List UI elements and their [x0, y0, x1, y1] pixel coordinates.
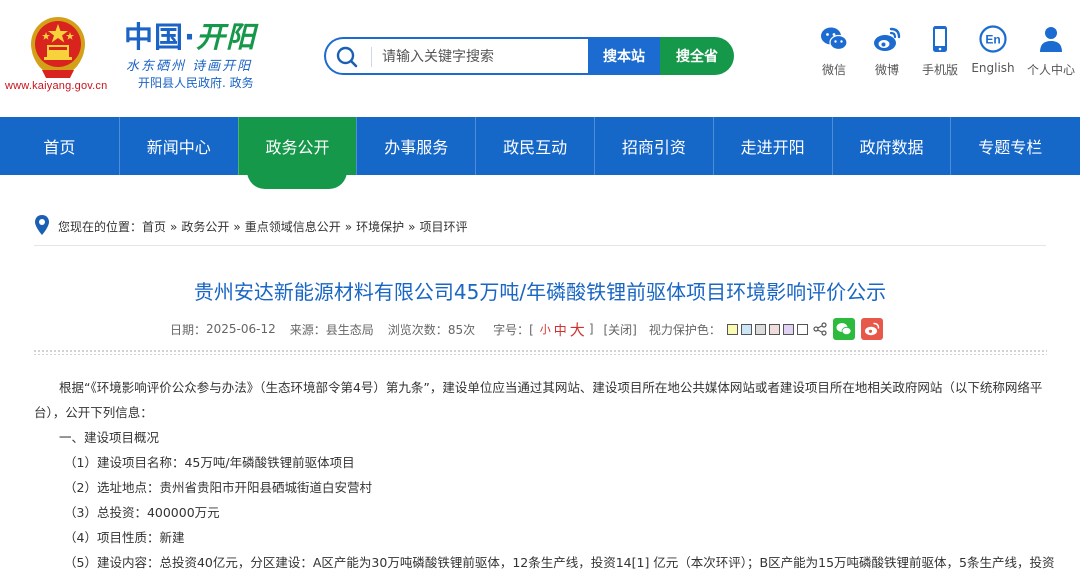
eye-color-swatch-white[interactable] [796, 323, 808, 335]
quick-link-weibo[interactable]: 微博 [861, 24, 913, 78]
section-heading: 一、建设项目概况 [59, 430, 160, 445]
quick-link-wechat[interactable]: 微信 [808, 24, 860, 78]
logo-text-prefix: 中国· [124, 20, 197, 54]
list-item: （1）建设项目名称：45万吨/年磷酸铁锂前驱体项目 [64, 455, 355, 470]
wechat-icon [821, 27, 848, 51]
breadcrumb-separator: » [344, 220, 353, 234]
article-meta: 日期： 2025-06-12 来源： 县生态局 浏览次数： 85次 字号：[ 小… [170, 318, 883, 340]
english-icon: En [979, 25, 1007, 53]
views-label: 浏览次数： [387, 322, 448, 337]
font-size-small-button[interactable]: 小 [540, 321, 551, 337]
breadcrumb-item-home[interactable]: 首页 [142, 216, 166, 238]
nav-item-services[interactable]: 办事服务 [356, 117, 475, 175]
quick-link-label: English [971, 61, 1015, 75]
breadcrumb-item-key-areas[interactable]: 重点领域信息公开 [245, 216, 341, 238]
logo-slogan: 水东硒州 诗画开阳 [126, 59, 253, 74]
nav-item-special-topics[interactable]: 专题专栏 [950, 117, 1069, 175]
eye-color-swatch-yellow[interactable] [726, 323, 738, 335]
source-value: 县生态局 [325, 322, 374, 337]
share-icon[interactable] [813, 322, 827, 336]
nav-item-investment[interactable]: 招商引资 [593, 117, 713, 175]
nav-item-news[interactable]: 新闻中心 [118, 117, 238, 175]
search-icon[interactable] [336, 46, 358, 68]
nav-item-gov-data[interactable]: 政府数据 [831, 117, 951, 175]
quick-link-mobile[interactable]: 手机版 [914, 24, 966, 78]
breadcrumb-separator: » [233, 220, 241, 234]
search-input[interactable] [382, 47, 582, 67]
quick-link-label: 微信 [821, 63, 846, 77]
date-label: 日期： [170, 322, 207, 337]
eye-color-swatch-blue[interactable] [740, 323, 752, 335]
font-size-medium-button[interactable]: 中 [554, 320, 567, 339]
logo-text-accent: 开阳 [196, 20, 257, 54]
search-divider [371, 47, 372, 67]
breadcrumb-prefix: 您现在的位置： [58, 220, 143, 234]
nav-item-about-kaiyang[interactable]: 走进开阳 [712, 117, 832, 175]
breadcrumb-item-eia[interactable]: 项目环评 [419, 216, 467, 238]
views-count: 85次 [447, 322, 476, 337]
article-title: 贵州安达新能源材料有限公司45万吨/年磷酸铁锂前驱体项目环境影响评价公示 [193, 280, 887, 304]
breadcrumb: 您现在的位置： 首页 » 政务公开 » 重点领域信息公开 » 环境保护 » 项目… [34, 215, 1046, 246]
search-site-button[interactable]: 搜本站 [588, 37, 660, 75]
nav-item-home[interactable]: 首页 [0, 117, 119, 175]
site-logo[interactable]: 中国·开阳 [124, 14, 256, 56]
quick-link-label: 个人中心 [1026, 63, 1075, 77]
list-item: （2）选址地点：贵州省贵阳市开阳县硒城街道白安营村 [64, 480, 372, 495]
list-item: （4）项目性质：新建 [64, 530, 185, 545]
list-item: （3）总投资：400000万元 [64, 505, 220, 520]
article-body: 根据“《环境影响评价公众参与办法》（生态环境部令第4号）第九条”，建设单位应当通… [34, 375, 1055, 575]
paragraph-intro: 根据“《环境影响评价公众参与办法》（生态环境部令第4号）第九条”，建设单位应当通… [34, 380, 1043, 420]
share-wechat-button[interactable] [832, 318, 855, 340]
quick-link-label: 微博 [874, 63, 899, 77]
breadcrumb-separator: » [170, 220, 178, 234]
weibo-icon [864, 322, 880, 336]
mobile-icon [933, 26, 947, 52]
quick-link-user-center[interactable]: 个人中心 [1022, 24, 1080, 78]
site-header: www.kaiyang.gov.cn 中国·开阳 水东硒州 诗画开阳 开阳县人民… [0, 0, 1080, 117]
font-size-label: 字号：[ [493, 322, 534, 337]
breadcrumb-item-government-affairs[interactable]: 政务公开 [181, 216, 229, 238]
main-nav: 首页 新闻中心 政务公开 办事服务 政民互动 招商引资 走进开阳 政府数据 专题… [0, 117, 1080, 175]
user-icon [1040, 27, 1062, 52]
wechat-icon [836, 323, 852, 336]
publish-date: 2025-06-12 [206, 322, 276, 336]
close-page-button[interactable]: [关闭] [604, 321, 637, 338]
dotted-divider [33, 349, 1047, 355]
search-province-button[interactable]: 搜全省 [660, 37, 734, 75]
search-box [324, 37, 589, 75]
breadcrumb-separator: » [408, 220, 416, 234]
share-weibo-button[interactable] [860, 318, 883, 340]
eye-color-swatch-purple[interactable] [782, 323, 794, 335]
weibo-icon [874, 27, 901, 51]
site-url: www.kaiyang.gov.cn [5, 80, 108, 92]
font-size-end: ] [588, 322, 594, 336]
svg-text:En: En [985, 33, 1000, 47]
nav-item-interaction[interactable]: 政民互动 [475, 117, 594, 175]
eye-protect-label: 视力保护色： [648, 322, 721, 337]
eye-color-swatch-gray[interactable] [754, 323, 766, 335]
quick-link-label: 手机版 [921, 63, 958, 77]
logo-subtitle: 开阳县人民政府. 政务 [138, 76, 254, 90]
font-size-large-button[interactable]: 大 [570, 319, 585, 340]
list-item: （5）建设内容：总投资40亿元，分区建设：A区产能为30万吨磷酸铁锂前驱体，12… [64, 555, 1055, 570]
nav-item-government-affairs[interactable]: 政务公开 [237, 117, 357, 175]
quick-link-english[interactable]: En English [967, 24, 1019, 78]
breadcrumb-item-environment[interactable]: 环境保护 [356, 216, 404, 238]
source-label: 来源： [289, 322, 326, 337]
location-pin-icon [35, 215, 49, 235]
eye-color-swatch-pink[interactable] [768, 323, 780, 335]
quick-links: 微信 微博 手机版 En English 个人中心 [808, 24, 1080, 78]
national-emblem-icon [31, 17, 85, 78]
